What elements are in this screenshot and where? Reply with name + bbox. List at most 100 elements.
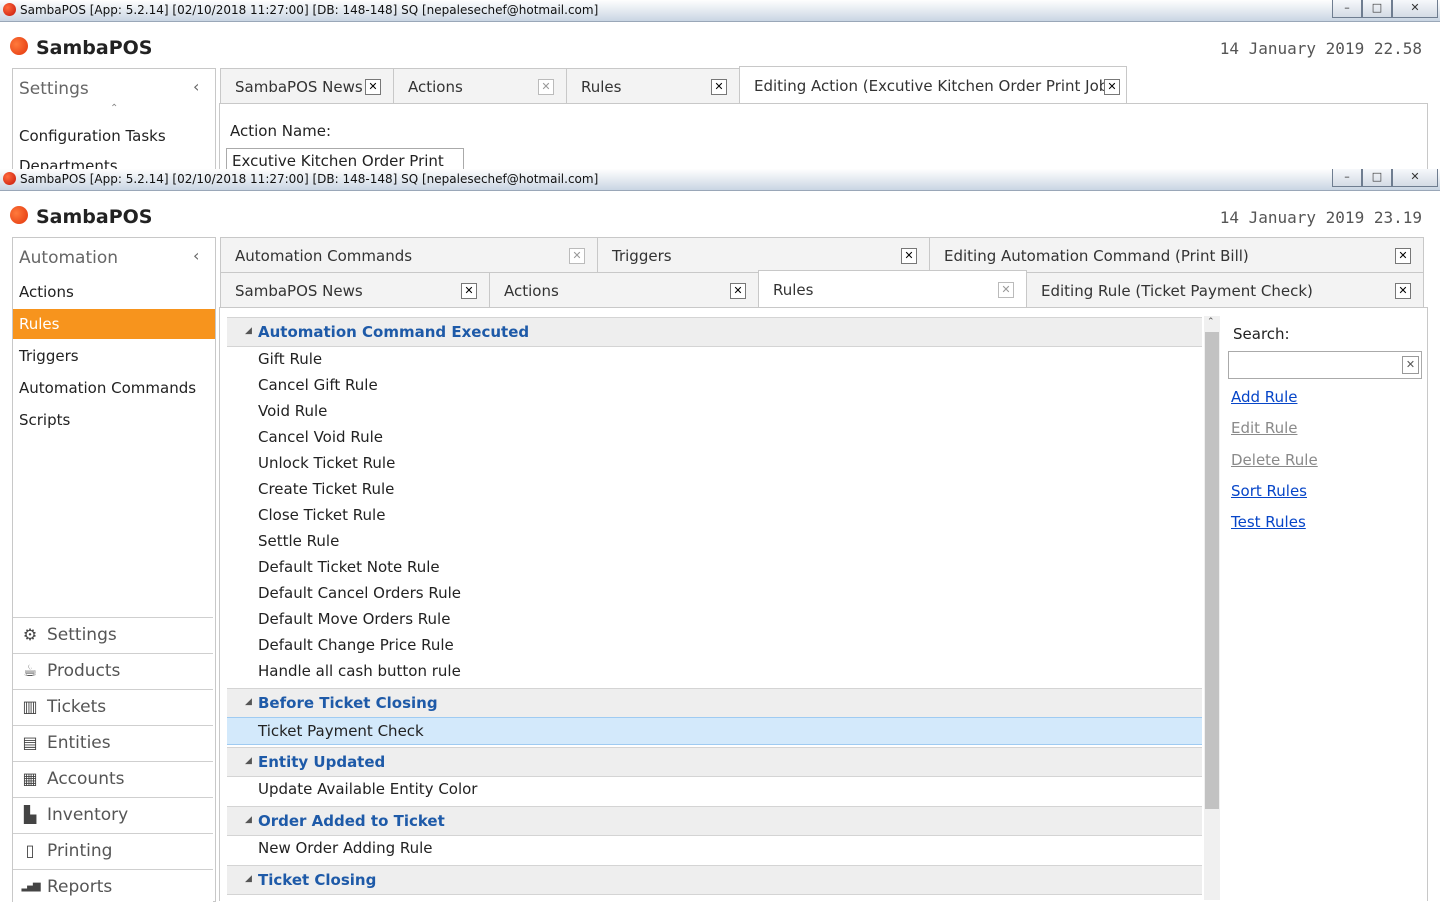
tab-label: Rules <box>581 78 622 96</box>
action-name-label: Action Name: <box>230 122 332 140</box>
close-icon[interactable]: ✕ <box>711 79 727 95</box>
nav-settings[interactable]: ⚙ Settings <box>13 617 213 653</box>
expand-arrow-icon[interactable]: ◢ <box>245 756 252 766</box>
scrollbar-thumb[interactable] <box>1205 332 1219 809</box>
brand-icon <box>10 37 28 55</box>
nav-printing[interactable]: ▯ Printing <box>13 833 213 869</box>
nav-products[interactable]: ☕ Products <box>13 653 213 689</box>
scroll-up-icon[interactable]: ⌃ <box>1207 317 1215 327</box>
rules-list: ◢ Automation Command Executed Gift Rule Can… <box>227 316 1202 900</box>
gear-icon: ⚙ <box>22 625 38 644</box>
rule-name: Void Rule <box>258 402 328 420</box>
close-icon[interactable]: ✕ <box>901 248 917 264</box>
expand-arrow-icon[interactable]: ◢ <box>245 326 252 336</box>
expand-arrow-icon[interactable]: ◢ <box>245 697 252 707</box>
sidebar-item-rules[interactable]: Rules <box>13 309 215 339</box>
expand-arrow-icon[interactable]: ◢ <box>245 874 252 884</box>
rule-row[interactable]: Ticket Payment Check <box>227 717 1202 745</box>
rule-group-header[interactable]: ◢ Automation Command Executed <box>227 317 1202 347</box>
tab-editing-rule[interactable]: Editing Rule (Ticket Payment Check) ✕ <box>1026 272 1424 308</box>
document-icon: ▯ <box>25 841 35 860</box>
sidebar-item-triggers[interactable]: Triggers <box>13 341 215 371</box>
clear-search-icon[interactable]: ✕ <box>1402 356 1419 374</box>
entities-icon: ▤ <box>22 733 38 752</box>
rule-row[interactable]: Ticket Closing Rule <box>227 894 1202 900</box>
sidebar-list: Actions Rules Triggers Automation Comman… <box>13 277 215 435</box>
rule-group-header[interactable]: ◢ Order Added to Ticket <box>227 806 1202 836</box>
rule-row[interactable]: Void Rule <box>227 398 1202 424</box>
rule-row[interactable]: Default Change Price Rule <box>227 632 1202 658</box>
rule-row[interactable]: Default Move Orders Rule <box>227 606 1202 632</box>
scrollbar[interactable]: ⌃ <box>1204 316 1220 900</box>
nav-label: Printing <box>47 841 113 861</box>
close-icon[interactable]: ✕ <box>1104 79 1120 95</box>
app-logo-icon <box>3 172 16 185</box>
rule-group-header[interactable]: ◢ Before Ticket Closing <box>227 688 1202 718</box>
close-icon[interactable]: ✕ <box>1395 283 1411 299</box>
nav-tickets[interactable]: ▥ Tickets <box>13 689 213 725</box>
sort-rules-link[interactable]: Sort Rules <box>1231 482 1307 500</box>
rule-group-label: Before Ticket Closing <box>258 694 438 712</box>
back-tab-rules[interactable]: Rules ✕ <box>566 68 740 104</box>
back-sidebar-item[interactable]: Configuration Tasks <box>19 127 166 145</box>
sidebar-item-automation-commands[interactable]: Automation Commands <box>13 373 215 403</box>
rule-row[interactable]: Cancel Gift Rule <box>227 372 1202 398</box>
rule-name: Close Ticket Rule <box>258 506 386 524</box>
rule-row[interactable]: Cancel Void Rule <box>227 424 1202 450</box>
rule-row[interactable]: Update Available Entity Color <box>227 776 1202 802</box>
rule-row[interactable]: Gift Rule <box>227 346 1202 372</box>
nav-accounts[interactable]: ▦ Accounts <box>13 761 213 797</box>
expand-arrow-icon[interactable]: ◢ <box>245 815 252 825</box>
rule-row[interactable]: Default Ticket Note Rule <box>227 554 1202 580</box>
back-window-titlebar[interactable]: SambaPOS [App: 5.2.14] [02/10/2018 11:27… <box>0 0 1440 22</box>
maximize-button[interactable]: □ <box>1362 169 1392 187</box>
back-tab-editing-action[interactable]: Editing Action (Excutive Kitchen Order P… <box>739 66 1127 104</box>
delete-rule-link[interactable]: Delete Rule <box>1231 451 1318 469</box>
tab-sambapos-news[interactable]: SambaPOS News ✕ <box>220 272 490 308</box>
back-collapse-icon[interactable]: ‹ <box>193 77 199 96</box>
sidebar-item-scripts[interactable]: Scripts <box>13 405 215 435</box>
collapse-icon[interactable]: ‹ <box>193 246 199 265</box>
back-sidebar-title: Settings <box>19 79 89 99</box>
tab-actions[interactable]: Actions ✕ <box>489 272 759 308</box>
close-icon[interactable]: ✕ <box>1395 248 1411 264</box>
scroll-up-icon[interactable]: ⌃ <box>110 103 118 114</box>
close-icon[interactable]: ✕ <box>538 79 554 95</box>
minimize-button[interactable]: – <box>1332 169 1362 187</box>
sidebar-item-actions[interactable]: Actions <box>13 277 215 307</box>
rule-row[interactable]: Close Ticket Rule <box>227 502 1202 528</box>
edit-rule-link[interactable]: Edit Rule <box>1231 419 1297 437</box>
rule-group-header[interactable]: ◢ Ticket Closing <box>227 865 1202 895</box>
rule-row[interactable]: Unlock Ticket Rule <box>227 450 1202 476</box>
tab-automation-commands[interactable]: Automation Commands ✕ <box>220 237 598 273</box>
nav-inventory[interactable]: ▙ Inventory <box>13 797 213 833</box>
tab-label: Automation Commands <box>235 247 413 265</box>
back-maximize-button[interactable]: □ <box>1362 0 1392 18</box>
close-button[interactable]: ✕ <box>1392 169 1438 187</box>
back-tab-sambapos-news[interactable]: SambaPOS News ✕ <box>220 68 394 104</box>
tab-rules[interactable]: Rules ✕ <box>758 270 1027 309</box>
rule-row[interactable]: Create Ticket Rule <box>227 476 1202 502</box>
rule-row[interactable]: Default Cancel Orders Rule <box>227 580 1202 606</box>
back-tab-actions[interactable]: Actions ✕ <box>393 68 567 104</box>
rule-group-header[interactable]: ◢ Entity Updated <box>227 747 1202 777</box>
close-icon[interactable]: ✕ <box>730 283 746 299</box>
close-icon[interactable]: ✕ <box>365 79 381 95</box>
add-rule-link[interactable]: Add Rule <box>1231 388 1297 406</box>
close-icon[interactable]: ✕ <box>998 282 1014 298</box>
nav-entities[interactable]: ▤ Entities <box>13 725 213 761</box>
test-rules-link[interactable]: Test Rules <box>1231 513 1306 531</box>
back-close-button[interactable]: ✕ <box>1392 0 1438 18</box>
rule-name: New Order Adding Rule <box>258 839 433 857</box>
tab-editing-automation-command[interactable]: Editing Automation Command (Print Bill) … <box>929 237 1424 273</box>
close-icon[interactable]: ✕ <box>461 283 477 299</box>
clock: 14 January 2019 23.19 <box>1219 208 1422 227</box>
back-minimize-button[interactable]: – <box>1332 0 1362 18</box>
rule-row[interactable]: Settle Rule <box>227 528 1202 554</box>
window-titlebar[interactable]: SambaPOS [App: 5.2.14] [02/10/2018 11:27… <box>0 169 1440 191</box>
rule-row[interactable]: Handle all cash button rule <box>227 658 1202 684</box>
close-icon[interactable]: ✕ <box>569 248 585 264</box>
search-input[interactable]: ✕ <box>1228 351 1422 379</box>
rule-row[interactable]: New Order Adding Rule <box>227 835 1202 861</box>
tab-triggers[interactable]: Triggers ✕ <box>597 237 930 273</box>
